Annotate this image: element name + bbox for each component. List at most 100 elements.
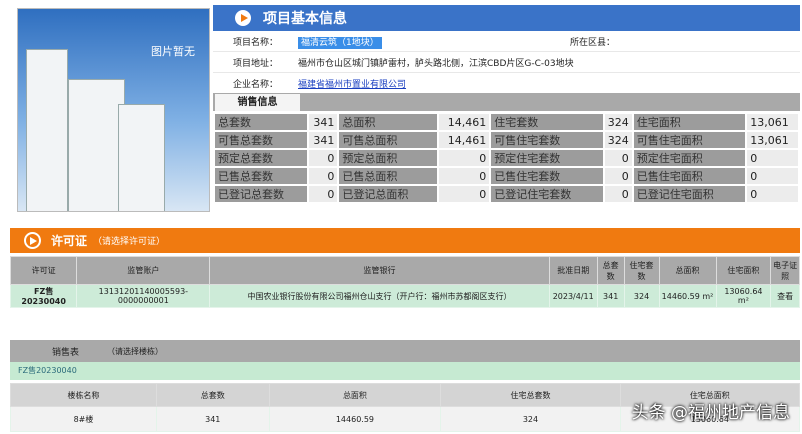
address-value: 福州市仓山区城门镇胪雷村，胪头路北侧，江滨CBD片区G-C-03地块 (298, 58, 574, 69)
column-header: 监管银行 (209, 256, 550, 285)
column-header: 监管账户 (76, 256, 211, 285)
grid-row: 预定总套数 0 预定总面积 0 预定住宅套数 0 预定住宅面积 0 (215, 150, 798, 166)
grid-value: 324 (604, 114, 632, 130)
building-image (68, 79, 125, 211)
column-header: 许可证 (9, 256, 78, 285)
section-hint: （请选择楼栋） (107, 346, 164, 356)
grid-value: 14,461 (438, 132, 490, 148)
grid-value: 0 (747, 168, 798, 184)
grid-label: 总套数 (215, 114, 308, 130)
grid-value: 341 (309, 114, 338, 130)
grid-value: 13,061 (747, 132, 798, 148)
grid-value: 0 (747, 150, 798, 166)
grid-value: 13,061 (747, 114, 798, 130)
grid-label: 已售住宅面积 (633, 168, 746, 184)
section-title: 许可证 (51, 234, 88, 248)
table-cell: 324 (440, 406, 621, 432)
grid-value: 341 (309, 132, 338, 148)
grid-value: 0 (309, 168, 338, 184)
grid-value: 0 (604, 186, 632, 202)
permit-table: 许可证 监管账户 监管银行 批准日期 总套数 住宅套数 总面积 住宅面积 电子证照 FZ售202… (9, 256, 800, 308)
table-cell: 中国农业银行股份有限公司福州仓山支行（开户行：福州市苏都阁区支行） (209, 284, 550, 308)
column-header: 住宅总套数 (440, 383, 621, 407)
tab-bar (213, 93, 800, 111)
permit-header: 许可证 （请选择许可证） (10, 228, 800, 253)
grid-value: 0 (747, 186, 798, 202)
view-link[interactable]: 查看 (770, 284, 800, 308)
grid-label: 预定总面积 (339, 150, 437, 166)
info-row: 项目地址： 福州市仓山区城门镇胪雷村，胪头路北侧，江滨CBD片区G-C-03地块 (213, 52, 800, 73)
play-circle-icon (24, 232, 41, 249)
column-header: 总套数 (596, 256, 625, 285)
section-title: 项目基本信息 (263, 11, 347, 27)
grid-label: 已登记总面积 (339, 186, 437, 202)
grid-label: 已售总面积 (339, 168, 437, 184)
column-header: 住宅套数 (623, 256, 660, 285)
grid-value: 324 (604, 132, 632, 148)
grid-value: 0 (438, 186, 490, 202)
grid-label: 已售住宅套数 (491, 168, 603, 184)
grid-label: 可售住宅面积 (633, 132, 746, 148)
info-row: 项目名称： 福清云筑（1地块） 所在区县： (213, 31, 800, 52)
project-name[interactable]: 福清云筑（1地块） (298, 36, 382, 49)
grid-label: 可售总套数 (215, 132, 308, 148)
sales-summary-grid: 总套数 341 总面积 14,461 住宅套数 324 住宅面积 13,061 可售总套数 341… (213, 112, 800, 204)
table-cell: 14460.59 m² (658, 284, 717, 308)
grid-label: 预定总套数 (215, 150, 308, 166)
grid-value: 0 (309, 150, 338, 166)
play-circle-icon (235, 10, 251, 26)
label: 所在区县： (570, 37, 616, 48)
grid-value: 0 (438, 150, 490, 166)
grid-label: 已登记住宅套数 (491, 186, 603, 202)
info-row: 企业名称： 福建省福州市置业有限公司 (213, 73, 800, 94)
grid-label: 住宅套数 (491, 114, 603, 130)
grid-row: 已售总套数 0 已售总面积 0 已售住宅套数 0 已售住宅面积 0 (215, 168, 798, 184)
label: 项目名称： (233, 37, 279, 48)
table-cell: 324 (623, 284, 660, 308)
table-cell: FZ售20230040 (9, 284, 78, 308)
watermark: 头条 @福州地产信息 (631, 403, 790, 423)
table-row[interactable]: FZ售20230040 13131201140005593-0000000001 中… (9, 284, 800, 308)
grid-row: 可售总套数 341 可售总面积 14,461 可售住宅套数 324 可售住宅面积 13,061 (215, 132, 798, 148)
grid-label: 住宅面积 (633, 114, 746, 130)
grid-label: 已登记住宅面积 (633, 186, 746, 202)
table-cell: 13131201140005593-0000000001 (76, 284, 211, 308)
permit-number-row[interactable]: FZ售20230040 (10, 362, 800, 380)
grid-value: 14,461 (438, 114, 490, 130)
section-title: 销售表 (52, 347, 80, 358)
building-image (26, 49, 68, 211)
grid-row: 已登记总套数 0 已登记总面积 0 已登记住宅套数 0 已登记住宅面积 0 (215, 186, 798, 202)
no-photo-text: 图片暂无 (151, 45, 195, 58)
grid-row: 总套数 341 总面积 14,461 住宅套数 324 住宅面积 13,061 (215, 114, 798, 130)
grid-label: 预定住宅面积 (633, 150, 746, 166)
table-cell: 13060.64 m² (715, 284, 772, 308)
grid-value: 0 (438, 168, 490, 184)
table-cell: 341 (596, 284, 625, 308)
label: 项目地址： (233, 58, 279, 69)
project-info-header: 项目基本信息 (213, 5, 800, 31)
project-info: 项目名称： 福清云筑（1地块） 所在区县： 项目地址： 福州市仓山区城门镇胪雷村… (213, 31, 800, 94)
grid-label: 可售总面积 (339, 132, 437, 148)
grid-label: 可售住宅套数 (491, 132, 603, 148)
label: 企业名称： (233, 79, 279, 90)
table-cell: 2023/4/11 (548, 284, 598, 308)
sales-table-header: 销售表 （请选择楼栋） (10, 340, 800, 362)
column-header: 楼栋名称 (10, 383, 157, 407)
table-cell: 8#楼 (10, 406, 157, 432)
grid-value: 0 (604, 150, 632, 166)
column-header: 批准日期 (548, 256, 598, 285)
project-photo-placeholder: 图片暂无 (17, 8, 210, 212)
column-header: 住宅面积 (715, 256, 772, 285)
column-header: 总面积 (268, 383, 442, 407)
grid-label: 已售总套数 (215, 168, 308, 184)
column-header: 总面积 (658, 256, 717, 285)
table-cell: 341 (155, 406, 270, 432)
grid-label: 总面积 (339, 114, 437, 130)
grid-value: 0 (309, 186, 338, 202)
grid-label: 已登记总套数 (215, 186, 308, 202)
company-link[interactable]: 福建省福州市置业有限公司 (298, 77, 406, 90)
column-header: 总套数 (155, 383, 270, 407)
building-image (118, 104, 165, 211)
tab-sales-info[interactable]: 销售信息 (215, 94, 300, 111)
column-header: 电子证照 (770, 256, 800, 285)
